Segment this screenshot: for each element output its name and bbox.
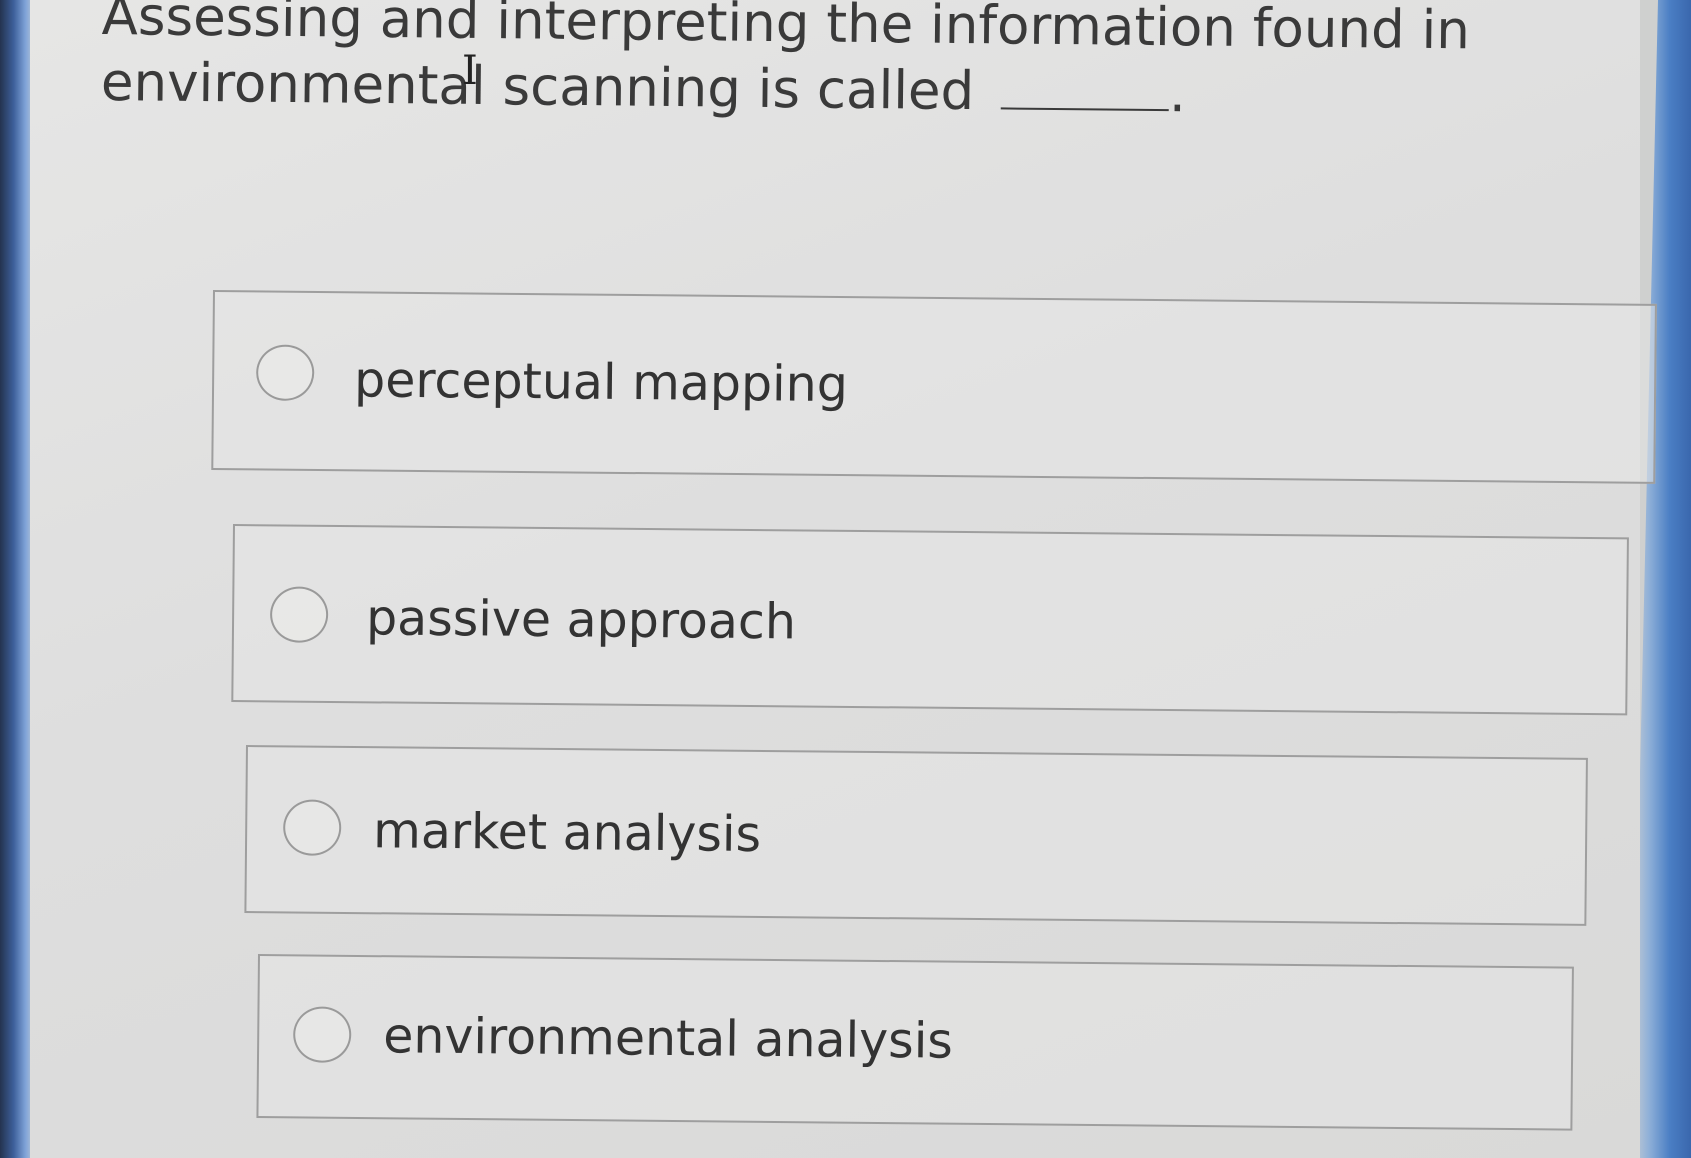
option-label: environmental analysis: [382, 1007, 954, 1070]
radio-button-icon[interactable]: [255, 344, 315, 401]
answer-option-4[interactable]: environmental analysis: [256, 954, 1574, 1131]
radio-button-icon[interactable]: [282, 799, 342, 856]
question-prompt: Assessing and interpreting the informati…: [101, 0, 1662, 132]
option-label: market analysis: [372, 802, 762, 863]
screen-bezel-left: [0, 0, 34, 1158]
radio-button-icon[interactable]: [292, 1006, 352, 1063]
screen-bezel-right: [1631, 0, 1691, 1158]
radio-button-icon[interactable]: [269, 586, 329, 643]
text-cursor-icon: I: [462, 48, 478, 94]
answer-blank: [1000, 61, 1170, 112]
answer-option-1[interactable]: perceptual mapping: [211, 290, 1657, 484]
question-suffix: .: [1168, 63, 1187, 125]
option-label: perceptual mapping: [353, 351, 849, 414]
answer-option-3[interactable]: market analysis: [244, 745, 1588, 926]
question-text: Assessing and interpreting the informati…: [100, 0, 1471, 123]
option-label: passive approach: [365, 589, 797, 651]
answer-option-2[interactable]: passive approach: [231, 524, 1629, 716]
